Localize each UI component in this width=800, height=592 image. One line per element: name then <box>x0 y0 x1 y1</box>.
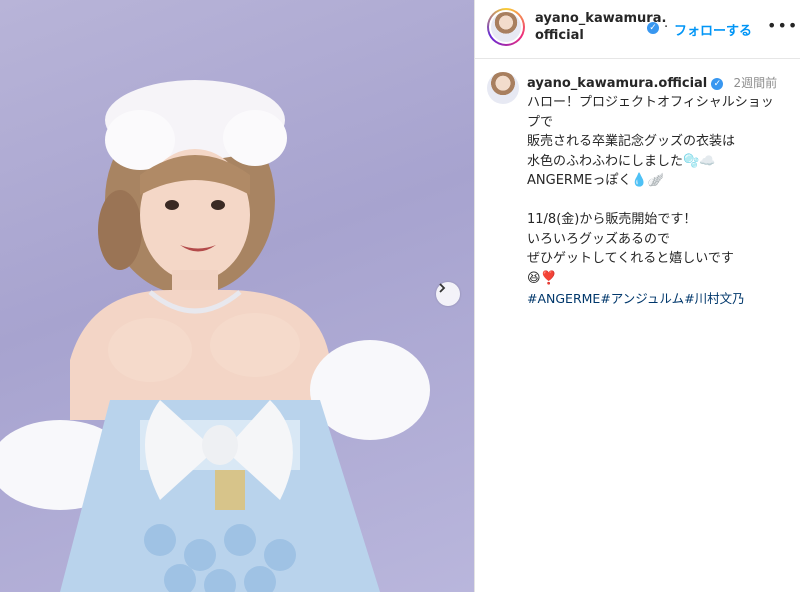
hashtag-link[interactable]: #川村文乃 <box>684 291 744 306</box>
caption-header: ayano_kawamura.official ✓ 2週間前 <box>527 74 777 91</box>
post-caption: ハロー！プロジェクトオフィシャルショップで 販売される卒業記念グッズの衣装は 水… <box>527 95 774 286</box>
avatar[interactable] <box>487 8 525 46</box>
post-header: ayano_kawamura. official ✓ · フォローする ••• <box>475 0 800 59</box>
hashtag-link[interactable]: #ANGERME <box>527 291 600 306</box>
header-username[interactable]: ayano_kawamura. official <box>535 10 666 44</box>
post-timestamp[interactable]: 2週間前 <box>734 76 778 90</box>
hashtag-link[interactable]: #アンジュルム <box>600 291 684 306</box>
post-photo <box>0 0 474 592</box>
caption-username[interactable]: ayano_kawamura.official <box>527 76 707 91</box>
next-photo-button[interactable] <box>436 282 460 306</box>
verified-badge-icon: ✓ <box>647 22 659 34</box>
separator-dot: · <box>664 20 669 35</box>
caption-avatar[interactable] <box>487 72 519 104</box>
more-options-icon[interactable]: ••• <box>767 16 798 35</box>
follow-button[interactable]: フォローする <box>674 20 752 39</box>
chevron-right-icon <box>439 283 446 293</box>
post-side-panel: ayano_kawamura. official ✓ · フォローする ••• … <box>474 0 800 592</box>
photo-illustration <box>0 80 430 592</box>
hashtags: #ANGERME#アンジュルム#川村文乃 <box>527 288 745 307</box>
verified-badge-icon: ✓ <box>711 77 724 90</box>
